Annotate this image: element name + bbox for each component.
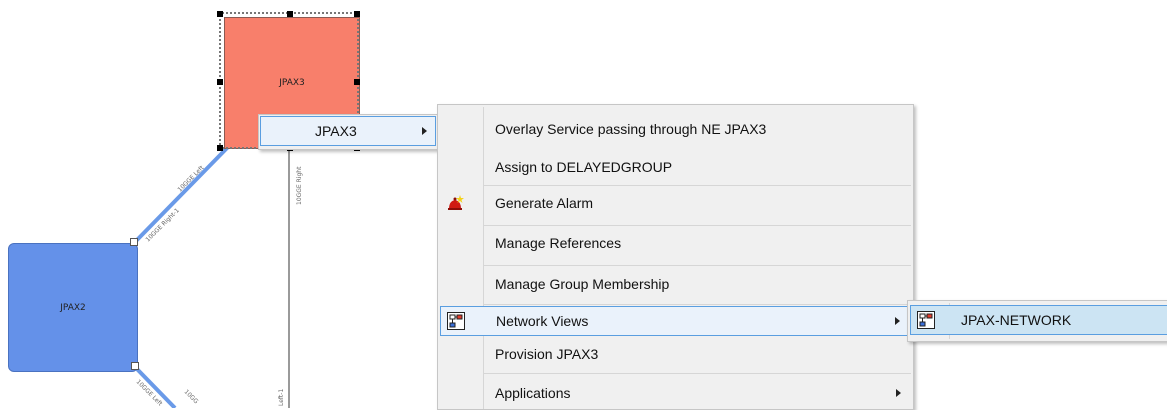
link-label: 10GGE Right <box>296 166 303 205</box>
node-label: JPAX3 <box>279 78 305 88</box>
link-label: Left-1 <box>278 389 285 406</box>
menu-item-label: JPAX-NETWORK <box>961 312 1072 328</box>
menu-item-manage-references[interactable]: Manage References <box>440 229 911 259</box>
submenu-arrow-icon <box>895 317 900 325</box>
menu-item-jpax-network[interactable]: JPAX-NETWORK <box>910 305 1167 335</box>
menu-item-label: Applications <box>495 385 571 401</box>
menu-item-overlay-service[interactable]: Overlay Service passing through NE JPAX3 <box>440 115 911 145</box>
link-label: 10GG <box>183 388 200 405</box>
link-port[interactable] <box>130 238 138 246</box>
network-view-icon <box>447 312 465 330</box>
resize-handle[interactable] <box>217 79 223 85</box>
menu-item-label: Generate Alarm <box>495 195 594 211</box>
resize-handle[interactable] <box>354 11 360 17</box>
menu-separator <box>484 185 911 186</box>
menu-separator <box>484 304 911 305</box>
menu-item-network-views[interactable]: Network Views <box>440 306 911 336</box>
menu-item-label: Assign to DELAYEDGROUP <box>495 159 673 175</box>
resize-handle[interactable] <box>217 11 223 17</box>
resize-handle[interactable] <box>217 145 223 151</box>
menu-item-label: Provision JPAX3 <box>495 346 599 362</box>
link-jpax2-jpax3[interactable] <box>132 144 231 245</box>
menu-separator <box>484 265 911 266</box>
menu-item-manage-group-membership[interactable]: Manage Group Membership <box>440 270 911 300</box>
submenu-arrow-icon <box>422 127 427 135</box>
menu-item-provision-jpax3[interactable]: Provision JPAX3 <box>440 340 911 370</box>
menu-item-label: Network Views <box>496 313 589 329</box>
network-view-icon <box>917 311 935 329</box>
menu-item-jpax3[interactable]: JPAX3 <box>260 116 436 146</box>
context-menu-root: JPAX3 <box>258 114 438 150</box>
menu-item-label: JPAX3 <box>315 123 357 139</box>
menu-item-label: Overlay Service passing through NE JPAX3 <box>495 121 767 137</box>
alarm-bell-icon <box>448 195 464 210</box>
menu-item-label: Manage Group Membership <box>495 276 670 292</box>
link-port[interactable] <box>131 362 139 370</box>
menu-item-generate-alarm[interactable]: Generate Alarm <box>440 189 911 219</box>
node-jpax2[interactable]: JPAX2 <box>8 243 138 372</box>
menu-item-assign-delayedgroup[interactable]: Assign to DELAYEDGROUP <box>440 153 911 183</box>
link-label: 10GGE Left <box>176 164 205 193</box>
node-label: JPAX2 <box>60 302 86 313</box>
context-menu-jpax3: Overlay Service passing through NE JPAX3… <box>437 104 914 410</box>
submenu-arrow-icon <box>896 389 901 397</box>
menu-separator <box>484 373 911 374</box>
context-menu-network-views: JPAX-NETWORK <box>907 300 1167 342</box>
menu-item-label: Manage References <box>495 235 622 251</box>
menu-separator <box>484 225 911 226</box>
resize-handle[interactable] <box>287 11 293 17</box>
menu-item-applications[interactable]: Applications <box>440 379 911 409</box>
resize-handle[interactable] <box>354 79 360 85</box>
